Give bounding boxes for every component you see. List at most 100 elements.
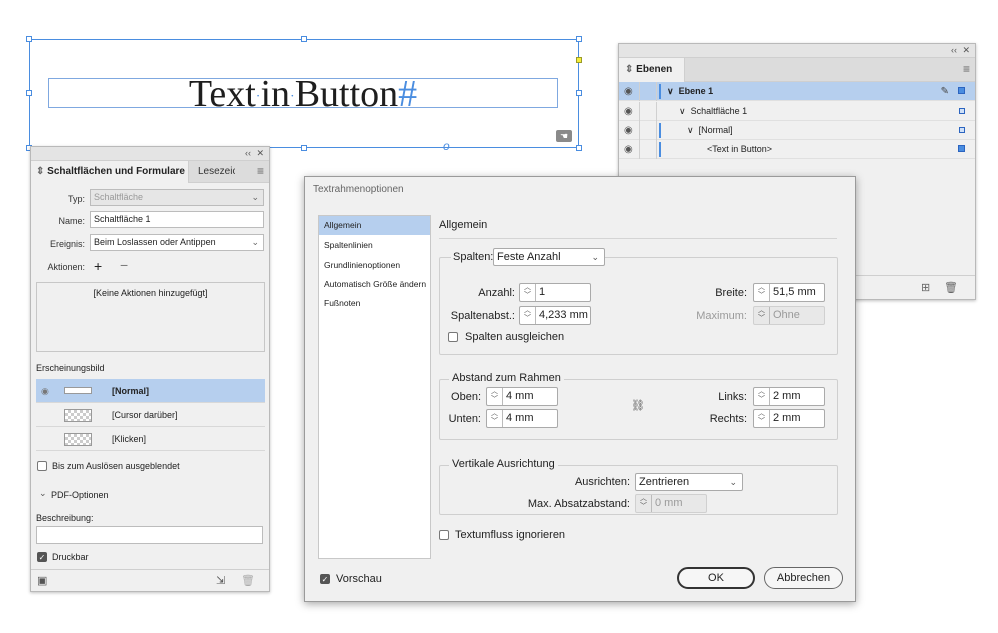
add-action-icon[interactable]: + [94, 258, 102, 274]
lock-toggle[interactable] [639, 102, 657, 121]
trash-icon[interactable]: 🗑 [241, 574, 255, 587]
stepper-arrows-icon[interactable]: ︿ ﹀ [487, 410, 503, 427]
count-stepper[interactable]: ︿ ﹀ 1 [519, 283, 591, 302]
actions-list[interactable]: [Keine Aktionen hinzugefügt] [36, 282, 265, 352]
selection-square-icon[interactable] [959, 127, 965, 133]
visibility-eye-icon[interactable]: ◉ [624, 102, 638, 121]
panel-title-bar[interactable]: ‹‹ ✕ [619, 44, 975, 58]
right-stepper[interactable]: ︿ ﹀ 2 mm [753, 409, 825, 428]
appearance-row[interactable]: [Klicken] [36, 427, 265, 451]
frame-handle[interactable] [301, 145, 307, 151]
collapse-icon[interactable]: ‹‹ [951, 45, 957, 55]
frame-handle[interactable] [26, 90, 32, 96]
tab-layers[interactable]: ⇕ Ebenen [619, 58, 686, 82]
preview-checkbox[interactable]: ✓ [320, 574, 330, 584]
width-stepper[interactable]: ︿ ﹀ 51,5 mm [753, 283, 825, 302]
panel-menu-icon[interactable]: ≡ [257, 164, 264, 178]
frame-handle[interactable] [576, 90, 582, 96]
ignore-wrap-label: Textumfluss ignorieren [455, 529, 566, 541]
convert-icon[interactable]: ⇲ [216, 574, 225, 587]
end-of-story-marker: # [398, 73, 418, 115]
out-port-icon[interactable]: o [443, 139, 450, 153]
ignore-wrap-checkbox[interactable] [439, 530, 449, 540]
top-value: 4 mm [506, 390, 534, 402]
selection-square-icon[interactable] [958, 145, 965, 152]
type-select[interactable]: Schaltfläche ⌄ [90, 189, 264, 206]
close-icon[interactable]: ✕ [256, 148, 264, 159]
ok-button[interactable]: OK [677, 567, 755, 589]
frame-word: Text [188, 73, 256, 115]
stepper-arrows-icon[interactable]: ︿ ﹀ [520, 284, 536, 301]
stepper-arrows-icon[interactable]: ︿ ﹀ [487, 388, 503, 405]
count-label: Anzahl: [478, 287, 515, 299]
link-chain-icon[interactable]: ⛓ [631, 399, 645, 412]
printable-checkbox[interactable]: ✓ [37, 552, 47, 562]
nav-item-auto-size[interactable]: Automatisch Größe ändern [319, 275, 430, 294]
chevron-down-icon[interactable]: ⌄ [39, 488, 47, 499]
trash-icon[interactable]: 🗑 [944, 281, 958, 294]
preview-icon[interactable]: ▣ [37, 574, 47, 587]
layer-color-bar [659, 123, 661, 138]
left-stepper[interactable]: ︿ ﹀ 2 mm [753, 387, 825, 406]
nav-item-allgemein[interactable]: Allgemein [319, 216, 430, 235]
nav-item-grundlinienoptionen[interactable]: Grundlinienoptionen [319, 256, 430, 275]
frame-text: Text·in·Button# [48, 74, 558, 117]
top-stepper[interactable]: ︿ ﹀ 4 mm [486, 387, 558, 406]
frame-handle[interactable] [301, 36, 307, 42]
layer-row[interactable]: ◉ <Text in Button> [619, 140, 975, 159]
frame-handle[interactable] [576, 36, 582, 42]
button-badge-icon[interactable]: ☚ [556, 130, 572, 142]
visibility-eye-icon[interactable]: ◉ [624, 140, 638, 159]
layer-row[interactable]: ◉ ∨ Schaltfläche 1 [619, 102, 975, 121]
selection-square-icon[interactable] [959, 108, 965, 114]
stepper-arrows-icon: ︿ ﹀ [636, 495, 652, 512]
panel-title-bar[interactable]: ‹‹ ✕ [31, 147, 269, 161]
lock-toggle[interactable] [639, 82, 657, 101]
tab-buttons-forms[interactable]: ⇕ Schaltflächen und Formulare [31, 161, 189, 183]
hidden-until-checkbox[interactable] [37, 461, 47, 471]
max-spacing-value: 0 mm [655, 497, 683, 509]
appearance-thumbnail [64, 387, 92, 394]
new-layer-icon[interactable]: ⊞ [921, 281, 930, 294]
visibility-eye-icon[interactable]: ◉ [624, 82, 638, 101]
bottom-stepper[interactable]: ︿ ﹀ 4 mm [486, 409, 558, 428]
collapse-icon[interactable]: ‹‹ [245, 148, 251, 158]
chevron-down-icon: ⌄ [729, 477, 737, 487]
close-icon[interactable]: ✕ [962, 45, 970, 56]
nav-item-spaltenlinien[interactable]: Spaltenlinien [319, 236, 430, 255]
description-field[interactable] [36, 526, 263, 544]
layer-row[interactable]: ◉ ∨ Ebene 1 ✎ [619, 82, 975, 101]
appearance-label: [Normal] [112, 386, 150, 396]
visibility-eye-icon[interactable]: ◉ [41, 379, 49, 403]
appearance-row[interactable]: [Cursor darüber] [36, 403, 265, 427]
balance-columns-checkbox[interactable] [448, 332, 458, 342]
selection-square-icon[interactable] [958, 87, 965, 94]
gutter-stepper[interactable]: ︿ ﹀ 4,233 mm [519, 306, 591, 325]
panel-menu-icon[interactable]: ≡ [963, 62, 970, 76]
frame-handle[interactable] [576, 145, 582, 151]
align-select[interactable]: Zentrieren ⌄ [635, 473, 743, 491]
appearance-row[interactable]: ◉ [Normal] [36, 379, 265, 403]
content-grabber-handle[interactable] [576, 57, 582, 63]
tab-bookmarks[interactable]: Lesezeic [191, 161, 235, 183]
layer-label: <Text in Button> [707, 144, 773, 154]
stepper-arrows-icon[interactable]: ︿ ﹀ [754, 388, 770, 405]
stepper-arrows-icon[interactable]: ︿ ﹀ [520, 307, 536, 324]
columns-type-select[interactable]: Feste Anzahl ⌄ [493, 248, 605, 266]
preview-label: Vorschau [336, 573, 382, 585]
divider [439, 238, 837, 239]
stepper-arrows-icon[interactable]: ︿ ﹀ [754, 284, 770, 301]
frame-handle[interactable] [26, 36, 32, 42]
remove-action-icon[interactable]: − [120, 257, 128, 273]
name-field[interactable]: Schaltfläche 1 [90, 211, 264, 228]
pdf-options-toggle[interactable]: PDF-Optionen [51, 490, 109, 500]
left-value: 2 mm [773, 390, 801, 402]
visibility-eye-icon[interactable]: ◉ [624, 121, 638, 140]
stepper-arrows-icon[interactable]: ︿ ﹀ [754, 410, 770, 427]
event-select[interactable]: Beim Loslassen oder Antippen ⌄ [90, 234, 264, 251]
layer-row[interactable]: ◉ ∨ [Normal] [619, 121, 975, 140]
cancel-button[interactable]: Abbrechen [764, 567, 843, 589]
nav-item-fussnoten[interactable]: Fußnoten [319, 294, 430, 313]
lock-toggle[interactable] [639, 140, 657, 159]
lock-toggle[interactable] [639, 121, 657, 140]
